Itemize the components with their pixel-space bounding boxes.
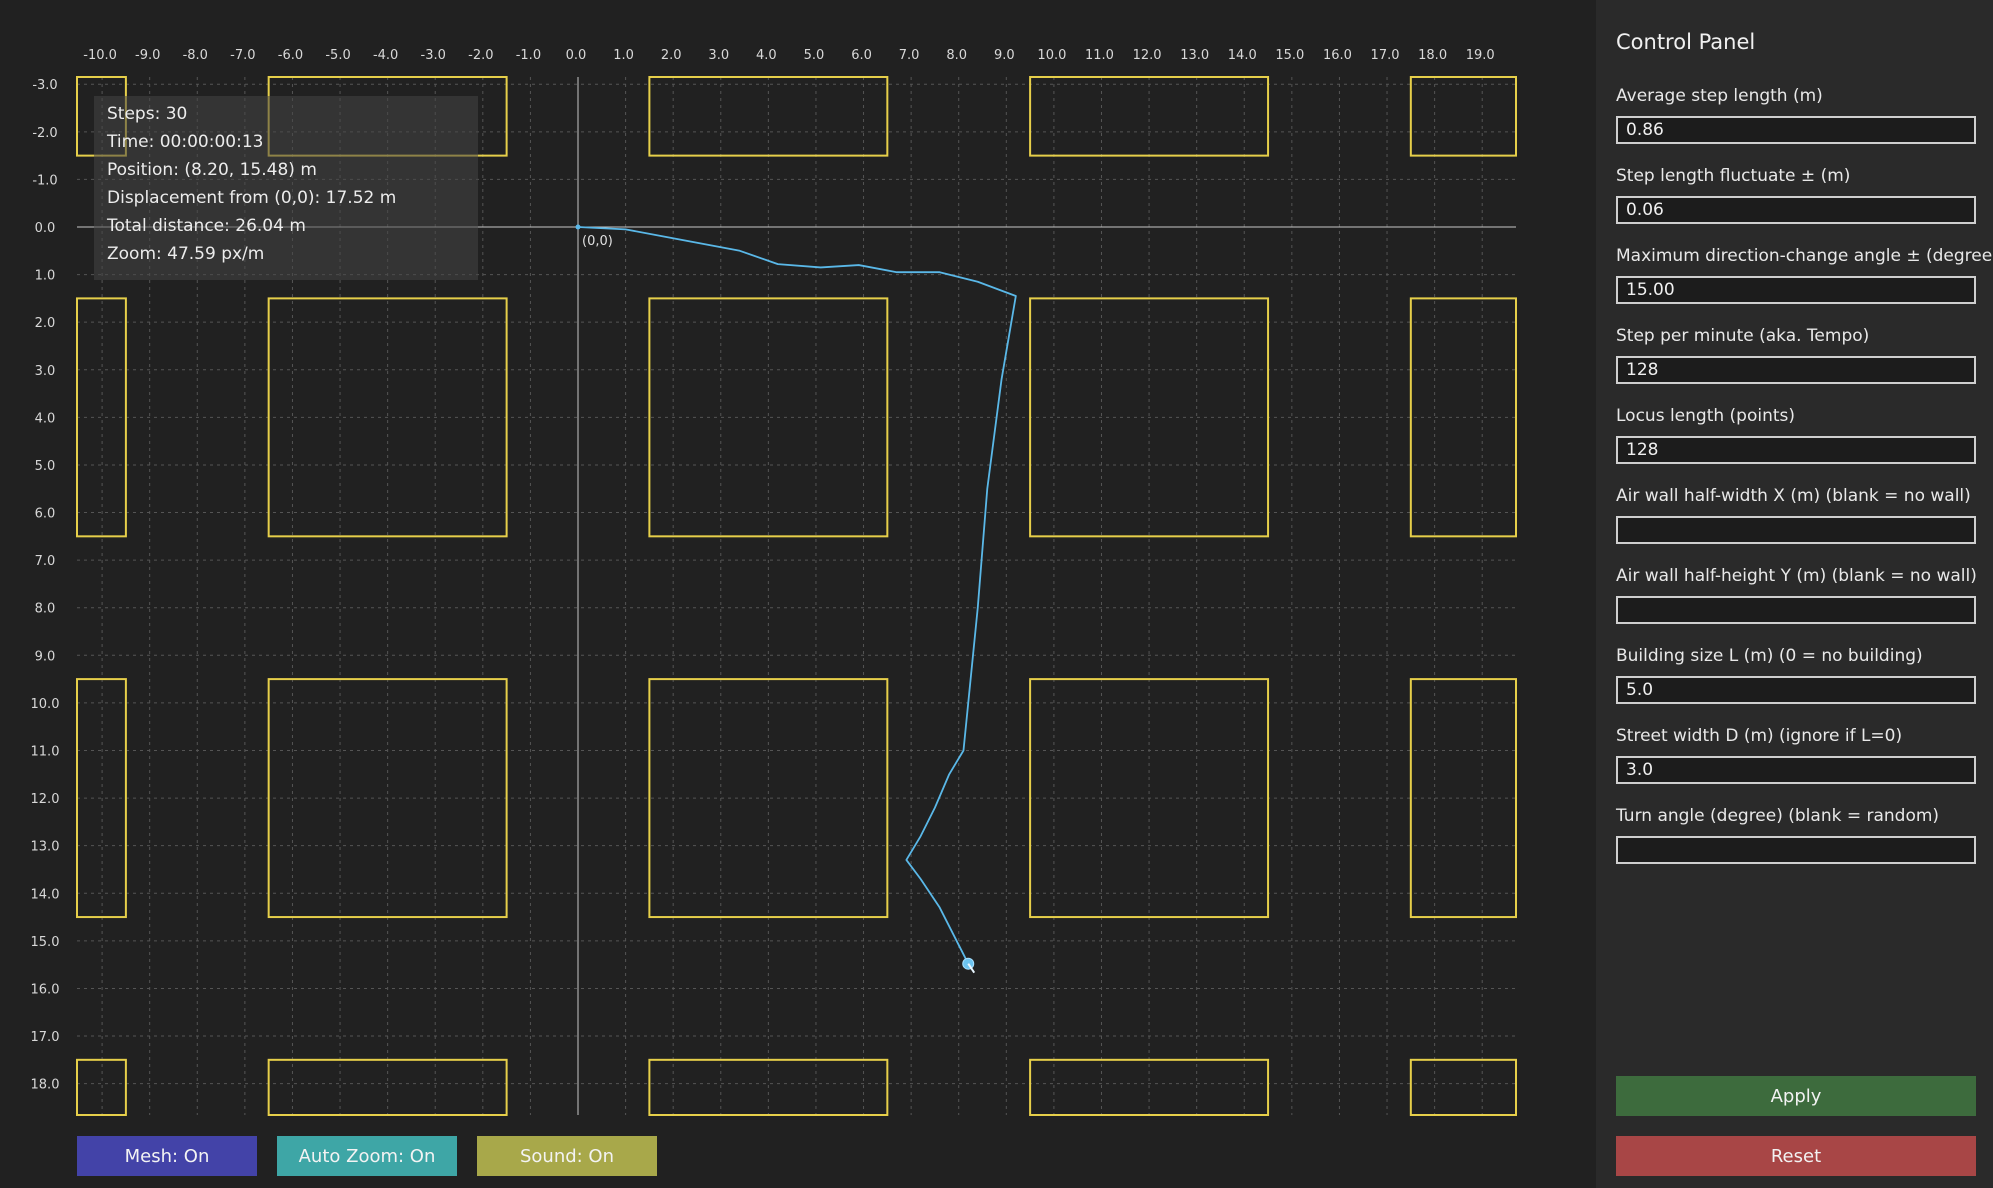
origin-label: (0,0): [582, 234, 613, 249]
walker-path: [577, 226, 1017, 965]
control-panel: Control Panel Average step length (m) St…: [1596, 0, 1993, 1188]
y-tick-label: -3.0: [32, 78, 57, 93]
x-tick-label: -9.0: [135, 48, 160, 63]
y-tick-label: 15.0: [31, 935, 60, 950]
sound-toggle-button[interactable]: Sound: On: [477, 1136, 657, 1176]
auto-zoom-toggle-button[interactable]: Auto Zoom: On: [277, 1136, 457, 1176]
x-tick-label: 5.0: [804, 48, 825, 63]
field-label-turn-angle: Turn angle (degree) (blank = random): [1616, 806, 1940, 826]
x-tick-label: 2.0: [661, 48, 682, 63]
x-tick-label: 18.0: [1418, 48, 1447, 63]
apply-button[interactable]: Apply: [1616, 1076, 1976, 1116]
y-tick-label: 10.0: [31, 697, 60, 712]
time-readout: Time: 00:00:00:13: [107, 132, 264, 152]
field-label-air-wall-half-width: Air wall half-width X (m) (blank = no wa…: [1616, 486, 1971, 506]
x-tick-label: -8.0: [183, 48, 208, 63]
x-tick-label: 14.0: [1228, 48, 1257, 63]
max-direction-change-input[interactable]: [1616, 276, 1976, 304]
x-tick-label: 11.0: [1085, 48, 1114, 63]
building: [648, 76, 889, 157]
zoom-readout: Zoom: 47.59 px/m: [107, 244, 265, 264]
y-tick-label: 13.0: [31, 840, 60, 855]
average-step-length-input[interactable]: [1616, 116, 1976, 144]
building: [76, 1058, 127, 1116]
x-tick-label: 12.0: [1133, 48, 1162, 63]
y-tick-label: 9.0: [35, 649, 56, 664]
building: [1029, 76, 1270, 157]
mesh-toggle-button[interactable]: Mesh: On: [77, 1136, 257, 1176]
x-tick-label: 3.0: [708, 48, 729, 63]
x-tick-label: -3.0: [421, 48, 446, 63]
street-width-input[interactable]: [1616, 756, 1976, 784]
locus-length-input[interactable]: [1616, 436, 1976, 464]
y-tick-label: 16.0: [31, 982, 60, 997]
y-tick-label: 12.0: [31, 792, 60, 807]
y-tick-label: 8.0: [35, 602, 56, 617]
air-wall-half-width-input[interactable]: [1616, 516, 1976, 544]
total-distance-readout: Total distance: 26.04 m: [107, 216, 306, 236]
field-label-locus-length: Locus length (points): [1616, 406, 1796, 426]
x-tick-label: 6.0: [851, 48, 872, 63]
x-tick-label: 13.0: [1180, 48, 1209, 63]
x-tick-label: 10.0: [1037, 48, 1066, 63]
x-tick-label: 0.0: [566, 48, 587, 63]
x-tick-label: 1.0: [613, 48, 634, 63]
y-tick-label: -2.0: [32, 126, 57, 141]
x-tick-label: 16.0: [1323, 48, 1352, 63]
y-tick-label: 6.0: [35, 507, 56, 522]
building: [1409, 1058, 1517, 1116]
turn-angle-input[interactable]: [1616, 836, 1976, 864]
reset-button[interactable]: Reset: [1616, 1136, 1976, 1176]
position-readout: Position: (8.20, 15.48) m: [107, 160, 317, 180]
x-tick-label: 17.0: [1371, 48, 1400, 63]
field-label-average-step-length: Average step length (m): [1616, 86, 1823, 106]
y-tick-label: 14.0: [31, 887, 60, 902]
step-length-fluctuate-input[interactable]: [1616, 196, 1976, 224]
field-label-street-width: Street width D (m) (ignore if L=0): [1616, 726, 1903, 746]
x-tick-label: -2.0: [468, 48, 493, 63]
x-tick-label: 19.0: [1466, 48, 1495, 63]
field-label-steps-per-minute: Step per minute (aka. Tempo): [1616, 326, 1870, 346]
x-tick-label: -7.0: [230, 48, 255, 63]
x-tick-label: 7.0: [899, 48, 920, 63]
air-wall-half-height-input[interactable]: [1616, 596, 1976, 624]
path-start-point: [575, 224, 581, 230]
y-tick-label: 0.0: [35, 221, 56, 236]
field-label-air-wall-half-height: Air wall half-height Y (m) (blank = no w…: [1616, 566, 1977, 586]
steps-per-minute-input[interactable]: [1616, 356, 1976, 384]
y-tick-label: 2.0: [35, 316, 56, 331]
building: [648, 297, 889, 538]
field-label-building-size: Building size L (m) (0 = no building): [1616, 646, 1923, 666]
panel-title: Control Panel: [1616, 30, 1756, 54]
simulation-view[interactable]: -10.0 -9.0 -8.0 -7.0 -6.0 -5.0 -4.0 -3.0 -2.0 -1.…: [0, 0, 1596, 1188]
y-tick-label: 1.0: [35, 269, 56, 284]
y-tick-label: -1.0: [32, 173, 57, 188]
x-tick-label: -6.0: [278, 48, 303, 63]
y-tick-label: 5.0: [35, 459, 56, 474]
field-label-step-length-fluctuate: Step length fluctuate ± (m): [1616, 166, 1851, 186]
building: [1409, 76, 1517, 157]
field-label-max-direction-change: Maximum direction-change angle ± (degree…: [1616, 246, 1993, 266]
y-tick-label: 7.0: [35, 554, 56, 569]
x-tick-label: 15.0: [1275, 48, 1304, 63]
x-tick-label: 4.0: [756, 48, 777, 63]
y-tick-label: 17.0: [31, 1030, 60, 1045]
x-tick-label: -5.0: [325, 48, 350, 63]
x-tick-label: -4.0: [373, 48, 398, 63]
steps-readout: Steps: 30: [107, 104, 188, 124]
y-tick-label: 3.0: [35, 364, 56, 379]
x-tick-label: 8.0: [946, 48, 967, 63]
x-tick-label: -1.0: [516, 48, 541, 63]
info-overlay: Steps: 30 Time: 00:00:00:13 Position: (8…: [94, 96, 478, 280]
y-tick-label: 18.0: [31, 1078, 60, 1093]
y-tick-label: 4.0: [35, 411, 56, 426]
x-tick-label: 9.0: [994, 48, 1015, 63]
x-tick-label: -10.0: [83, 48, 117, 63]
building-size-input[interactable]: [1616, 676, 1976, 704]
y-tick-label: 11.0: [31, 744, 60, 759]
displacement-readout: Displacement from (0,0): 17.52 m: [107, 188, 397, 208]
